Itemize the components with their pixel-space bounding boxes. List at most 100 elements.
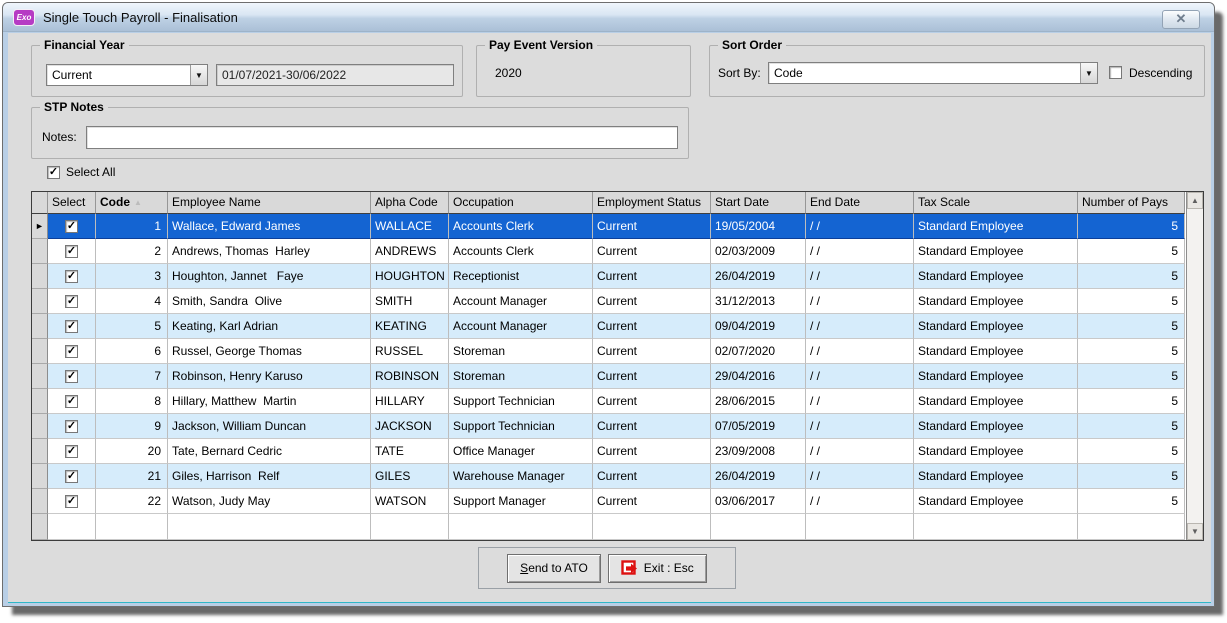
- select-cell[interactable]: ✓: [48, 214, 96, 239]
- chevron-down-icon[interactable]: ▼: [190, 65, 207, 85]
- cell-number-of-pays: 5: [1078, 414, 1185, 439]
- cell-employment-status: Current: [593, 239, 711, 264]
- select-cell[interactable]: ✓: [48, 414, 96, 439]
- column-header-employment-status[interactable]: Employment Status: [593, 192, 711, 214]
- scroll-up-icon[interactable]: ▲: [1187, 192, 1203, 209]
- empty-cell: [371, 514, 449, 540]
- cell-end-date: / /: [806, 414, 914, 439]
- cell-occupation: Office Manager: [449, 439, 593, 464]
- cell-code: 2: [96, 239, 168, 264]
- row-select-checkbox[interactable]: ✓: [65, 370, 78, 383]
- cell-number-of-pays: 5: [1078, 489, 1185, 514]
- cell-tax-scale: Standard Employee: [914, 289, 1078, 314]
- cell-start-date: 29/04/2016: [711, 364, 806, 389]
- financial-year-select[interactable]: Current ▼: [46, 64, 208, 86]
- select-cell[interactable]: ✓: [48, 264, 96, 289]
- cell-occupation: Storeman: [449, 339, 593, 364]
- cell-employee-name: Smith, Sandra Olive: [168, 289, 371, 314]
- pay-event-version-group: Pay Event Version 2020: [476, 45, 691, 97]
- column-header-alpha-code[interactable]: Alpha Code: [371, 192, 449, 214]
- cell-employee-name: Giles, Harrison Relf: [168, 464, 371, 489]
- column-header-code[interactable]: Code▲: [96, 192, 168, 214]
- scrollbar-track[interactable]: [1187, 209, 1203, 523]
- cell-number-of-pays: 5: [1078, 214, 1185, 239]
- select-cell[interactable]: ✓: [48, 364, 96, 389]
- cell-end-date: / /: [806, 339, 914, 364]
- cell-start-date: 02/03/2009: [711, 239, 806, 264]
- row-select-checkbox[interactable]: ✓: [65, 220, 78, 233]
- empty-cell: [449, 514, 593, 540]
- table-row[interactable]: ✓4Smith, Sandra OliveSMITHAccount Manage…: [32, 289, 1186, 314]
- cell-alpha-code: GILES: [371, 464, 449, 489]
- chevron-down-icon[interactable]: ▼: [1080, 63, 1097, 83]
- sort-ascending-icon: ▲: [134, 198, 142, 207]
- row-indicator-cell: [32, 339, 48, 364]
- title-bar[interactable]: Exo Single Touch Payroll - Finalisation …: [3, 3, 1214, 32]
- exit-button[interactable]: Exit : Esc: [608, 554, 707, 583]
- table-row[interactable]: ✓9Jackson, William DuncanJACKSONSupport …: [32, 414, 1186, 439]
- select-all-control[interactable]: ✓ Select All: [47, 165, 115, 179]
- stp-notes-group: STP Notes Notes:: [31, 107, 689, 159]
- select-cell[interactable]: ✓: [48, 489, 96, 514]
- button-panel: Send to ATO Exit : Esc: [478, 547, 736, 589]
- table-row[interactable]: ✓8Hillary, Matthew MartinHILLARYSupport …: [32, 389, 1186, 414]
- row-select-checkbox[interactable]: ✓: [65, 320, 78, 333]
- table-row[interactable]: ✓21Giles, Harrison RelfGILESWarehouse Ma…: [32, 464, 1186, 489]
- empty-cell: [32, 514, 48, 540]
- row-select-checkbox[interactable]: ✓: [65, 445, 78, 458]
- row-select-checkbox[interactable]: ✓: [65, 345, 78, 358]
- descending-checkbox[interactable]: [1109, 66, 1122, 79]
- select-cell[interactable]: ✓: [48, 389, 96, 414]
- table-row[interactable]: ✓6Russel, George ThomasRUSSELStoremanCur…: [32, 339, 1186, 364]
- row-select-checkbox[interactable]: ✓: [65, 470, 78, 483]
- select-cell[interactable]: ✓: [48, 464, 96, 489]
- table-row[interactable]: ✓5Keating, Karl AdrianKEATINGAccount Man…: [32, 314, 1186, 339]
- cell-number-of-pays: 5: [1078, 314, 1185, 339]
- table-row[interactable]: ✓3Houghton, Jannet FayeHOUGHTONReception…: [32, 264, 1186, 289]
- select-cell[interactable]: ✓: [48, 439, 96, 464]
- row-select-checkbox[interactable]: ✓: [65, 395, 78, 408]
- column-header-select[interactable]: Select: [48, 192, 96, 214]
- column-header-employee-name[interactable]: Employee Name: [168, 192, 371, 214]
- cell-end-date: / /: [806, 314, 914, 339]
- financial-year-label: Financial Year: [40, 38, 129, 52]
- row-select-checkbox[interactable]: ✓: [65, 295, 78, 308]
- select-cell[interactable]: ✓: [48, 289, 96, 314]
- send-to-ato-button[interactable]: Send to ATO: [507, 554, 601, 583]
- row-select-checkbox[interactable]: ✓: [65, 420, 78, 433]
- table-row[interactable]: ✓2Andrews, Thomas HarleyANDREWSAccounts …: [32, 239, 1186, 264]
- send-button-label: end to ATO: [528, 561, 588, 575]
- column-header-occupation[interactable]: Occupation: [449, 192, 593, 214]
- send-button-accel: S: [520, 561, 528, 575]
- scroll-down-icon[interactable]: ▼: [1187, 523, 1203, 540]
- cell-employment-status: Current: [593, 489, 711, 514]
- select-all-checkbox[interactable]: ✓: [47, 166, 60, 179]
- row-select-checkbox[interactable]: ✓: [65, 270, 78, 283]
- close-icon[interactable]: ✕: [1162, 10, 1200, 29]
- sort-by-select[interactable]: Code ▼: [768, 62, 1098, 84]
- vertical-scrollbar[interactable]: ▲ ▼: [1186, 192, 1203, 540]
- column-header-tax-scale[interactable]: Tax Scale: [914, 192, 1078, 214]
- sort-order-group: Sort Order Sort By: Code ▼ Descending: [709, 45, 1205, 97]
- cell-employee-name: Russel, George Thomas: [168, 339, 371, 364]
- select-cell[interactable]: ✓: [48, 314, 96, 339]
- table-row[interactable]: ✓22Watson, Judy MayWATSONSupport Manager…: [32, 489, 1186, 514]
- table-row[interactable]: ✓7Robinson, Henry KarusoROBINSONStoreman…: [32, 364, 1186, 389]
- cell-start-date: 23/09/2008: [711, 439, 806, 464]
- column-header-start-date[interactable]: Start Date: [711, 192, 806, 214]
- table-row[interactable]: ►✓1Wallace, Edward JamesWALLACEAccounts …: [32, 214, 1186, 239]
- select-cell[interactable]: ✓: [48, 339, 96, 364]
- cell-end-date: / /: [806, 439, 914, 464]
- table-row[interactable]: ✓20Tate, Bernard CedricTATEOffice Manage…: [32, 439, 1186, 464]
- row-select-checkbox[interactable]: ✓: [65, 495, 78, 508]
- cell-employment-status: Current: [593, 264, 711, 289]
- cell-code: 22: [96, 489, 168, 514]
- cell-start-date: 09/04/2019: [711, 314, 806, 339]
- column-header-number-of-pays[interactable]: Number of Pays: [1078, 192, 1185, 214]
- cell-tax-scale: Standard Employee: [914, 389, 1078, 414]
- notes-input[interactable]: [86, 126, 678, 149]
- select-cell[interactable]: ✓: [48, 239, 96, 264]
- column-header-end-date[interactable]: End Date: [806, 192, 914, 214]
- cell-start-date: 07/05/2019: [711, 414, 806, 439]
- row-select-checkbox[interactable]: ✓: [65, 245, 78, 258]
